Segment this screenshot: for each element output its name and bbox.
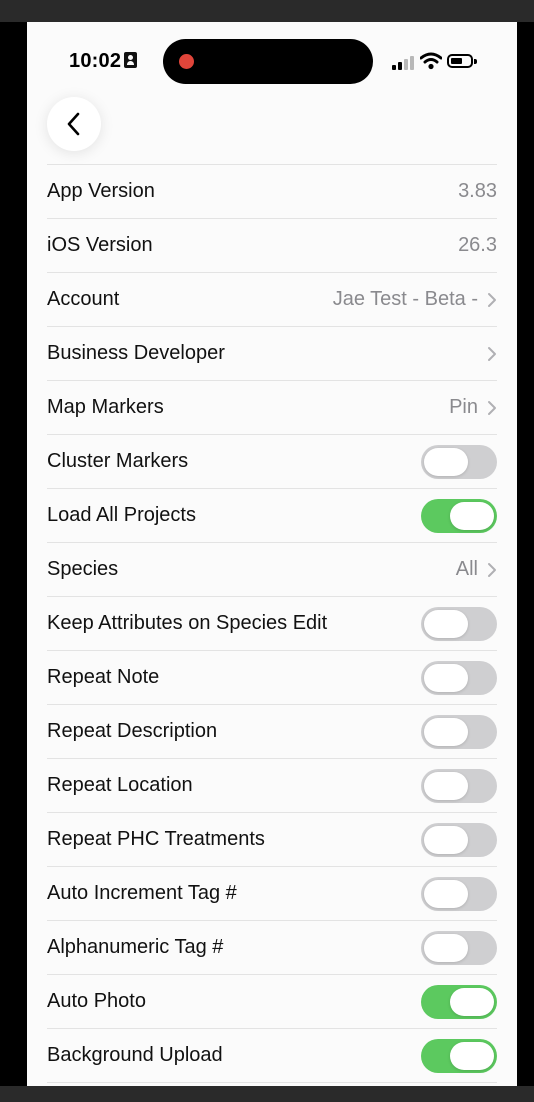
- settings-row[interactable]: Alphanumeric Tag #: [47, 921, 497, 975]
- settings-row[interactable]: Repeat Note: [47, 651, 497, 705]
- cellular-signal-icon: [392, 55, 416, 70]
- settings-row-accessory: 26.3: [458, 219, 497, 272]
- settings-row-value: Pin: [449, 396, 478, 418]
- settings-row-accessory: [421, 489, 497, 542]
- settings-row[interactable]: Species All: [47, 543, 497, 597]
- chevron-right-icon: [488, 562, 496, 577]
- settings-row-label: Species: [47, 558, 119, 580]
- settings-row-label: Business Developer: [47, 342, 225, 364]
- settings-row[interactable]: Auto Photo: [47, 975, 497, 1029]
- settings-row-label: Repeat Location: [47, 774, 193, 796]
- settings-row-label: Background Upload: [47, 1044, 223, 1066]
- toggle-knob: [424, 933, 468, 962]
- settings-row[interactable]: Repeat Description: [47, 705, 497, 759]
- toggle-switch[interactable]: [421, 822, 497, 857]
- chevron-right-icon: [488, 292, 496, 307]
- settings-row[interactable]: Background Upload: [47, 1029, 497, 1083]
- toggle-switch[interactable]: [421, 444, 497, 479]
- settings-row-label: Alphanumeric Tag #: [47, 936, 224, 958]
- settings-row-label: Map Markers: [47, 396, 164, 418]
- settings-row-accessory: 3.83: [458, 165, 497, 218]
- settings-row[interactable]: Repeat PHC Treatments: [47, 813, 497, 867]
- chevron-left-icon: [67, 112, 80, 136]
- settings-row-value: 26.3: [458, 234, 497, 256]
- settings-row-accessory: [421, 867, 497, 920]
- settings-row-accessory: [421, 813, 497, 866]
- settings-row[interactable]: Auto Increment Tag #: [47, 867, 497, 921]
- battery-icon: [447, 54, 477, 68]
- settings-row[interactable]: Account Jae Test - Beta -: [47, 273, 497, 327]
- settings-row: App Version 3.83: [47, 165, 497, 219]
- toggle-switch[interactable]: [421, 768, 497, 803]
- toggle-switch[interactable]: [421, 714, 497, 749]
- wifi-icon: [420, 52, 442, 70]
- back-button[interactable]: [47, 97, 101, 151]
- toggle-knob: [424, 771, 468, 800]
- toggle-knob: [424, 825, 468, 854]
- settings-row: iOS Version 26.3: [47, 219, 497, 273]
- toggle-knob: [450, 987, 494, 1016]
- toggle-knob: [424, 879, 468, 908]
- toggle-knob: [424, 447, 468, 476]
- dynamic-island: [163, 39, 373, 84]
- settings-row-accessory: [421, 1029, 497, 1082]
- settings-row-accessory: [478, 327, 497, 380]
- settings-row-accessory: All: [456, 543, 497, 596]
- settings-row-label: iOS Version: [47, 234, 153, 256]
- toggle-knob: [450, 501, 494, 530]
- settings-row-value: All: [455, 558, 478, 580]
- settings-row-accessory: [421, 435, 497, 488]
- settings-row-label: Repeat Description: [47, 720, 218, 742]
- settings-row-label: Auto Photo: [47, 990, 146, 1012]
- toggle-switch[interactable]: [421, 876, 497, 911]
- settings-row-accessory: [421, 651, 497, 704]
- settings-row-accessory: [421, 921, 497, 974]
- chevron-right-icon: [488, 400, 496, 415]
- settings-row-accessory: [421, 705, 497, 758]
- toggle-switch[interactable]: [421, 498, 497, 533]
- toggle-switch[interactable]: [421, 606, 497, 641]
- person-badge-icon: [124, 52, 137, 68]
- settings-row[interactable]: Repeat Location: [47, 759, 497, 813]
- recording-indicator-icon: [179, 54, 194, 69]
- settings-row[interactable]: Keep Attributes on Species Edit: [47, 597, 497, 651]
- settings-row[interactable]: Business Developer: [47, 327, 497, 381]
- settings-row-label: Repeat PHC Treatments: [47, 828, 265, 850]
- settings-row-label: Account: [47, 288, 120, 310]
- chevron-right-icon: [488, 346, 496, 361]
- settings-row-accessory: [421, 975, 497, 1028]
- toggle-knob: [424, 663, 468, 692]
- top-frame-strip: [0, 0, 534, 22]
- settings-row-label: Repeat Note: [47, 666, 160, 688]
- settings-row-label: Keep Attributes on Species Edit: [47, 612, 328, 634]
- toggle-switch[interactable]: [421, 930, 497, 965]
- toggle-switch[interactable]: [421, 660, 497, 695]
- settings-row-accessory: [421, 759, 497, 812]
- settings-list: App Version 3.83 iOS Version 26.3 Account Jae…: [47, 164, 497, 1083]
- settings-row-label: Auto Increment Tag #: [47, 882, 237, 904]
- settings-row[interactable]: Load All Projects: [47, 489, 497, 543]
- settings-row[interactable]: Cluster Markers: [47, 435, 497, 489]
- settings-row-accessory: [421, 597, 497, 650]
- settings-row-value: 3.83: [458, 180, 497, 202]
- phone-screen: 10:02 App Version 3.83 iOS Version 26.3 Acco…: [27, 22, 517, 1086]
- settings-row-label: App Version: [47, 180, 155, 202]
- status-time: 10:02: [69, 50, 122, 72]
- settings-row-label: Load All Projects: [47, 504, 196, 526]
- toggle-knob: [424, 717, 468, 746]
- toggle-switch[interactable]: [421, 1038, 497, 1073]
- settings-row-label: Cluster Markers: [47, 450, 189, 472]
- bottom-frame-strip: [0, 1086, 534, 1102]
- toggle-switch[interactable]: [421, 984, 497, 1019]
- toggle-knob: [424, 609, 468, 638]
- settings-row-value: Jae Test - Beta -: [332, 288, 478, 310]
- settings-row-accessory: Jae Test - Beta -: [333, 273, 497, 326]
- settings-row-accessory: Pin: [449, 381, 497, 434]
- settings-row[interactable]: Map Markers Pin: [47, 381, 497, 435]
- toggle-knob: [450, 1041, 494, 1070]
